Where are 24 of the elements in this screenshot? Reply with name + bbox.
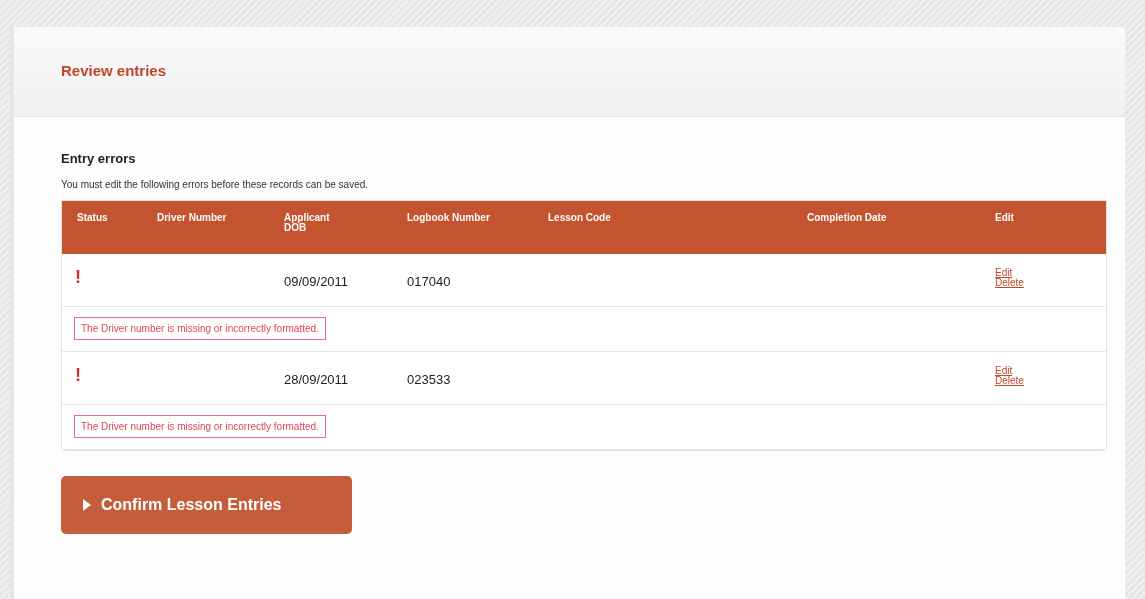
error-message: The Driver number is missing or incorrectly formatted. [74, 415, 326, 438]
error-status-mark: ! [74, 267, 81, 286]
error-status-mark: ! [74, 365, 81, 384]
error-message: The Driver number is missing or incorrectly formatted. [74, 317, 326, 340]
delete-link[interactable]: Delete [995, 375, 1024, 386]
triangle-right-icon [83, 498, 91, 511]
delete-link[interactable]: Delete [995, 277, 1024, 288]
page-title: Review entries [61, 61, 167, 82]
table-cell-text: 017040 [407, 272, 451, 291]
table-cell-text: 09/09/2011 [284, 272, 349, 291]
table-cell-text: 28/09/2011 [284, 370, 349, 389]
edit-link[interactable]: Edit [995, 365, 1013, 376]
edit-link[interactable]: Edit [995, 267, 1013, 278]
column-header: Logbook Number [407, 212, 491, 223]
column-header: Applicant DOB [284, 212, 331, 233]
instruction-text: You must edit the following errors before these records can be saved. [61, 177, 370, 192]
table-cell-text: 023533 [407, 370, 451, 389]
column-header: Completion Date [807, 212, 888, 223]
section-title: Entry errors [61, 150, 137, 168]
column-header: Lesson Code [548, 212, 612, 223]
column-header: Edit [995, 212, 1015, 223]
column-header: Driver Number [157, 212, 228, 223]
confirm-button[interactable]: Confirm Lesson Entries [61, 475, 352, 534]
column-header: Status [76, 212, 109, 223]
